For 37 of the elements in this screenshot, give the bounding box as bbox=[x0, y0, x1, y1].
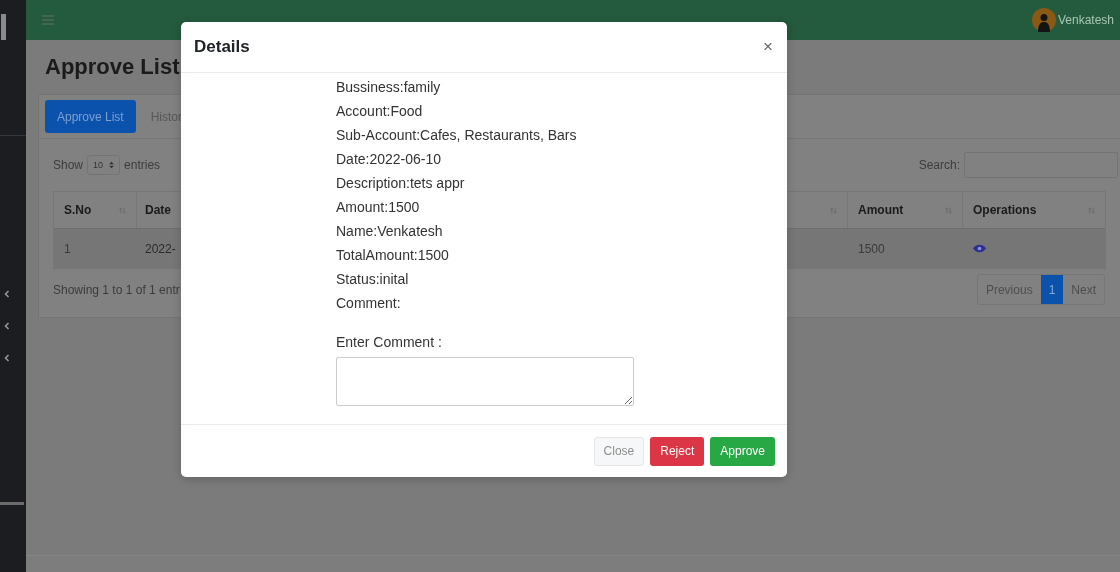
table-info: Showing 1 to 1 of 1 entr bbox=[53, 282, 180, 297]
avatar-icon[interactable] bbox=[1031, 8, 1056, 32]
dialog-button[interactable]: Close bbox=[593, 436, 645, 466]
comment-label: Enter Comment : bbox=[336, 333, 442, 352]
menu-icon[interactable] bbox=[42, 15, 54, 25]
detail-line: Bussiness:family bbox=[336, 78, 441, 97]
close-button[interactable]: × bbox=[761, 37, 775, 57]
dialog-title: Details bbox=[194, 37, 250, 57]
dialog-button[interactable]: Reject bbox=[650, 436, 705, 466]
eye-icon[interactable] bbox=[973, 244, 986, 253]
logo-icon bbox=[1, 14, 6, 40]
tab[interactable]: Approve List bbox=[45, 100, 136, 133]
entries-label: entries bbox=[124, 158, 161, 172]
detail-line: Date:2022-06-10 bbox=[336, 150, 442, 169]
comment-field[interactable] bbox=[336, 357, 634, 406]
detail-line: Amount:1500 bbox=[336, 198, 420, 217]
detail-line: TotalAmount:1500 bbox=[336, 246, 449, 265]
detail-line: Sub-Account:Cafes, Restaurants, Bars bbox=[336, 126, 577, 145]
page-size-select[interactable]: 10 bbox=[87, 155, 121, 175]
chevron-icon[interactable] bbox=[4, 290, 10, 298]
table-cell: 1 bbox=[54, 229, 137, 268]
page-title: Approve List bbox=[45, 53, 181, 81]
chevron-icon[interactable] bbox=[4, 354, 10, 362]
detail-line: Comment: bbox=[336, 294, 401, 313]
updown-icon[interactable] bbox=[109, 161, 115, 169]
column-header[interactable]: Operations bbox=[963, 192, 1105, 228]
detail-line: Account:Food bbox=[336, 102, 423, 121]
detail-line: Name:Venkatesh bbox=[336, 222, 443, 241]
search-label: Search: bbox=[918, 158, 960, 172]
page-button[interactable]: 1 bbox=[1040, 275, 1064, 304]
user-name[interactable]: Venkatesh bbox=[1057, 13, 1114, 27]
detail-line: Status:inital bbox=[336, 270, 409, 289]
dialog-button[interactable]: Approve bbox=[710, 436, 775, 466]
detail-line: Description:tets appr bbox=[336, 174, 465, 193]
chevron-icon[interactable] bbox=[4, 322, 10, 330]
show-label: Show bbox=[53, 158, 84, 172]
table-cell: 1500 bbox=[848, 229, 963, 268]
